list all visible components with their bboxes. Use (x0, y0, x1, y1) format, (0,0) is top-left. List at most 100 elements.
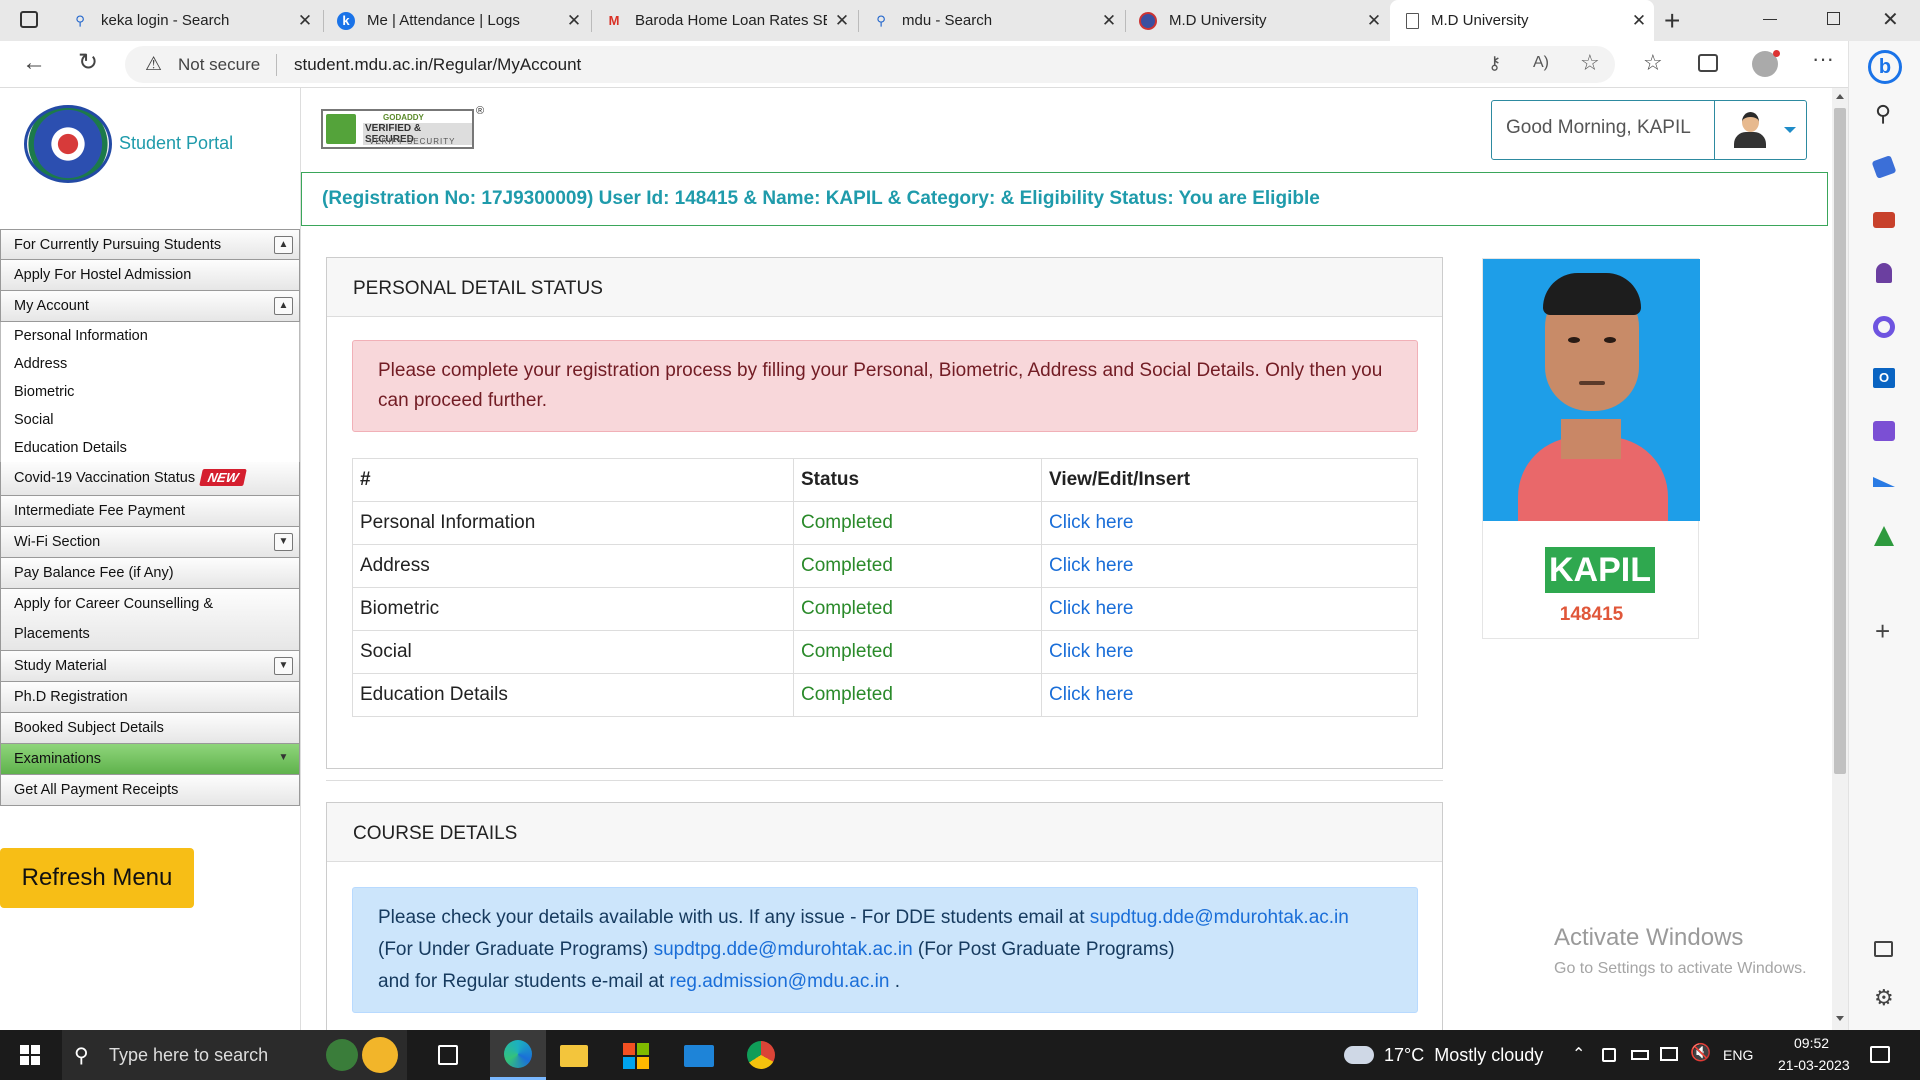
chevron-down-icon[interactable] (1784, 127, 1796, 133)
task-view-icon[interactable] (438, 1045, 458, 1065)
scroll-down-arrow[interactable] (1836, 1016, 1844, 1021)
click-here-link[interactable]: Click here (1041, 673, 1418, 717)
email-link[interactable]: supdtug.dde@mdurohtak.ac.in (1090, 907, 1349, 928)
tray-icon[interactable] (1602, 1048, 1616, 1062)
shopping-icon[interactable] (1871, 155, 1897, 179)
key-icon[interactable]: ⚷ (1488, 53, 1501, 74)
restore-icon[interactable] (1827, 12, 1840, 25)
page-scrollbar[interactable] (1832, 88, 1848, 1030)
more-icon[interactable]: ··· (1812, 48, 1834, 70)
search-icon[interactable]: ⚲ (1875, 101, 1891, 127)
expand-icon[interactable]: ▼ (274, 533, 293, 551)
notification-dot (1773, 50, 1780, 57)
new-tab-icon[interactable]: + (1664, 5, 1680, 37)
browser-tab[interactable]: ⚲ mdu - Search ✕ (859, 0, 1124, 41)
sidebar-item[interactable]: Apply for Career Counselling & Placement… (0, 589, 300, 651)
close-tab-icon[interactable]: ✕ (1624, 11, 1654, 31)
refresh-menu-button[interactable]: Refresh Menu (0, 848, 194, 908)
games-icon[interactable] (1876, 263, 1892, 283)
portal-title: Student Portal (119, 133, 234, 153)
close-tab-icon[interactable]: ✕ (559, 11, 589, 31)
sidebar-item[interactable]: Booked Subject Details (0, 713, 300, 744)
email-link[interactable]: reg.admission@mdu.ac.in (670, 971, 890, 992)
close-tab-icon[interactable]: ✕ (1359, 11, 1389, 31)
sidebar-item[interactable]: For Currently Pursuing Students ▲ (0, 229, 300, 260)
tab-actions-icon[interactable] (20, 11, 38, 28)
sidebar-item-label: Biometric (14, 384, 75, 400)
sidebar-item[interactable]: Ph.D Registration (0, 682, 300, 713)
windows-start-icon[interactable] (20, 1045, 40, 1065)
close-window-icon[interactable]: ✕ (1882, 7, 1899, 32)
tree-icon[interactable] (1874, 526, 1894, 546)
sidebar-item[interactable]: Get All Payment Receipts (0, 775, 300, 806)
browser-tab[interactable]: M Baroda Home Loan Rates SBI ✕ (592, 0, 857, 41)
designer-icon[interactable] (1873, 421, 1895, 441)
sidebar-item[interactable]: Covid-19 Vaccination Status NEW (0, 462, 300, 496)
read-aloud-icon[interactable]: A) (1533, 54, 1549, 72)
click-here-link[interactable]: Click here (1041, 501, 1418, 545)
browser-tab[interactable]: M.D University ✕ (1126, 0, 1389, 41)
browser-tab[interactable]: k Me | Attendance | Logs ✕ (324, 0, 589, 41)
expand-icon[interactable]: ▼ (274, 657, 293, 675)
sidebar-item[interactable]: Examinations ▼ (0, 744, 300, 775)
office-icon[interactable] (1873, 316, 1895, 338)
refresh-icon[interactable]: ↻ (78, 51, 98, 75)
taskbar-search-box[interactable]: ⚲ Type here to search (62, 1030, 407, 1080)
file-explorer-icon[interactable] (560, 1045, 588, 1067)
click-here-link[interactable]: Click here (1041, 544, 1418, 588)
browser-tab-active[interactable]: M.D University ✕ (1390, 0, 1654, 41)
clock-date[interactable]: 21-03-2023 (1778, 1057, 1850, 1073)
notification-icon[interactable] (1870, 1046, 1890, 1063)
avatar[interactable] (1732, 112, 1768, 148)
sidebar-subitem[interactable]: Address (0, 350, 300, 378)
expand-icon[interactable]: ▼ (274, 750, 293, 768)
email-link[interactable]: supdtpg.dde@mdurohtak.ac.in (654, 939, 913, 960)
add-icon[interactable]: + (1875, 616, 1890, 647)
user-greeting[interactable]: Good Morning, KAPIL (1491, 100, 1807, 160)
search-icon: ⚲ (74, 1045, 89, 1067)
click-here-link[interactable]: Click here (1041, 630, 1418, 674)
click-here-link[interactable]: Click here (1041, 587, 1418, 631)
minimize-icon[interactable] (1763, 19, 1777, 20)
sidebar-subitem[interactable]: Personal Information (0, 322, 300, 350)
clock-time[interactable]: 09:52 (1794, 1035, 1829, 1051)
add-favorite-icon[interactable]: ☆ (1580, 50, 1600, 76)
close-tab-icon[interactable]: ✕ (827, 11, 857, 31)
back-icon[interactable]: ← (22, 51, 46, 75)
sidebar-item[interactable]: Study Material ▼ (0, 651, 300, 682)
chrome-icon[interactable] (747, 1041, 775, 1069)
outlook-icon[interactable]: O (1873, 368, 1895, 388)
language-indicator[interactable]: ENG (1723, 1047, 1753, 1063)
favorites-icon[interactable]: ☆ (1643, 52, 1663, 74)
weather-text[interactable]: 17°C Mostly cloudy (1384, 1045, 1543, 1066)
collapse-icon[interactable]: ▲ (274, 297, 293, 315)
sidebar-item[interactable]: Apply For Hostel Admission (0, 260, 300, 291)
sidebar-item[interactable]: My Account ▲ (0, 291, 300, 322)
edge-app-icon[interactable] (490, 1030, 546, 1080)
sidebar-item[interactable]: Wi-Fi Section ▼ (0, 527, 300, 558)
tools-icon[interactable] (1873, 212, 1895, 228)
sidebar-subitem[interactable]: Social (0, 406, 300, 434)
chevron-up-icon[interactable]: ⌃ (1572, 1044, 1585, 1064)
close-tab-icon[interactable]: ✕ (290, 11, 320, 31)
sidebar-subitem[interactable]: Education Details (0, 434, 300, 462)
sidebar-item[interactable]: Intermediate Fee Payment (0, 496, 300, 527)
store-icon[interactable] (623, 1043, 649, 1069)
sidebar-item[interactable]: Pay Balance Fee (if Any) (0, 558, 300, 589)
settings-icon[interactable]: ⚙ (1874, 985, 1894, 1011)
browser-tab[interactable]: ⚲ keka login - Search ✕ (58, 0, 320, 41)
speaker-muted-icon[interactable]: 🔇 (1690, 1043, 1711, 1063)
scrollbar-thumb[interactable] (1834, 108, 1846, 774)
bing-icon[interactable]: b (1868, 50, 1902, 84)
edge-sidebar: b ⚲ O + ⚙ (1848, 41, 1920, 1030)
collapse-icon[interactable]: ▲ (274, 236, 293, 254)
sidebar-subitem[interactable]: Biometric (0, 378, 300, 406)
send-icon[interactable] (1873, 477, 1895, 487)
url-field[interactable]: ⚠ Not secure student.mdu.ac.in/Regular/M… (125, 46, 1615, 83)
scroll-up-arrow[interactable] (1836, 94, 1844, 99)
collections-icon[interactable] (1698, 54, 1718, 72)
close-tab-icon[interactable]: ✕ (1094, 11, 1124, 31)
mail-icon[interactable] (684, 1045, 714, 1067)
sidebar-toggle-icon[interactable] (1874, 941, 1893, 957)
network-icon[interactable] (1660, 1047, 1678, 1061)
